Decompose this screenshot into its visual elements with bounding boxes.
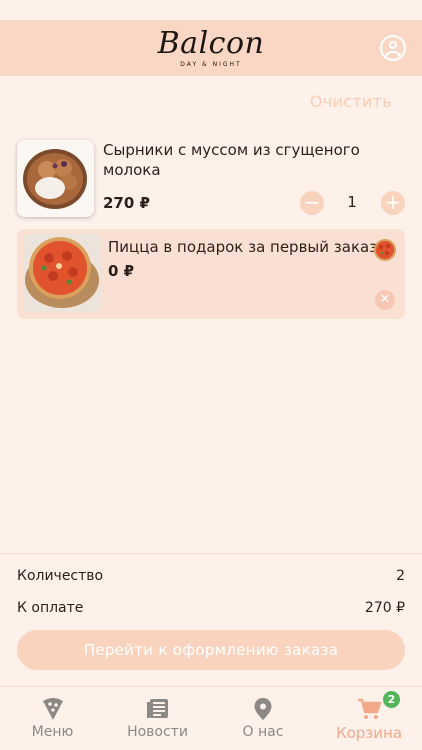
summary-count-row: Количество 2: [17, 568, 405, 584]
brand-logo: Balcon DAY & NIGHT: [157, 25, 265, 68]
product-image: [17, 140, 94, 217]
map-pin-icon: [250, 696, 276, 722]
gift-price: 0 ₽: [108, 262, 135, 280]
total-value: 270 ₽: [364, 600, 405, 616]
status-bar: [0, 0, 422, 20]
remove-gift-button[interactable]: ✕: [375, 290, 395, 310]
decrease-quantity-button[interactable]: −: [300, 191, 324, 215]
divider: [0, 553, 422, 554]
tab-about[interactable]: О нас: [210, 687, 316, 750]
cart-count-badge: 2: [383, 691, 400, 708]
newspaper-icon: [145, 696, 171, 722]
tab-cart[interactable]: 2 Корзина: [316, 687, 422, 750]
item-price: 270 ₽: [103, 194, 150, 212]
gift-title: Пицца в подарок за первый заказ: [108, 238, 378, 256]
user-icon: [389, 41, 397, 49]
app-header: Balcon DAY & NIGHT: [0, 20, 422, 76]
tab-menu[interactable]: Меню: [0, 687, 105, 750]
tab-label: О нас: [242, 724, 284, 740]
clear-cart-button[interactable]: Очистить: [310, 92, 392, 111]
pizza-image: [23, 234, 101, 312]
cart-item: Сырники с муссом из сгущеного молока 270…: [17, 140, 405, 220]
total-label: К оплате: [17, 600, 84, 616]
count-value: 2: [396, 568, 405, 584]
cart-icon: [356, 696, 382, 722]
pizza-slice-icon: [40, 696, 66, 722]
profile-button[interactable]: [380, 35, 406, 61]
logo-text: Balcon: [157, 25, 265, 61]
checkout-button[interactable]: Перейти к оформлению заказа: [17, 630, 405, 670]
item-title: Сырники с муссом из сгущеного молока: [103, 141, 360, 179]
logo-tagline: DAY & NIGHT: [180, 60, 242, 68]
quantity-value: 1: [347, 193, 357, 211]
tab-label: Корзина: [335, 724, 403, 742]
summary-total-row: К оплате 270 ₽: [17, 600, 405, 616]
gift-item: Пицца в подарок за первый заказ 0 ₽ ✕: [17, 229, 405, 319]
tab-label: Меню: [31, 724, 74, 740]
quantity-stepper: − 1 +: [300, 191, 405, 215]
increase-quantity-button[interactable]: +: [381, 191, 405, 215]
tab-bar: Меню Новости О нас 2 Корзина: [0, 686, 422, 750]
tab-label: Новости: [127, 724, 188, 740]
tab-news[interactable]: Новости: [105, 687, 210, 750]
count-label: Количество: [17, 568, 104, 584]
pizza-icon: [373, 238, 397, 262]
